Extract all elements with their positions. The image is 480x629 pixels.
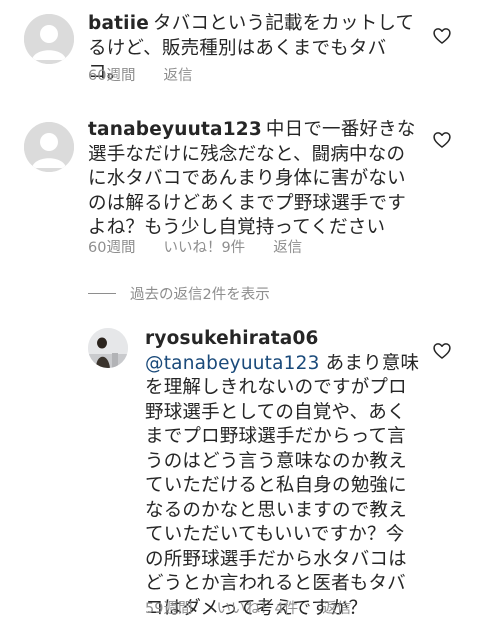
reply-button[interactable]: 返信 — [322, 601, 351, 617]
like-count[interactable]: いいね！9件 — [163, 240, 245, 256]
comment-age[interactable]: 60週間 — [88, 68, 135, 84]
like-heart-icon[interactable] — [432, 26, 452, 46]
view-replies-label: 過去の返信2件を表示 — [130, 286, 270, 303]
avatar[interactable] — [88, 328, 128, 368]
comment-username[interactable]: batiie — [88, 13, 149, 34]
default-avatar-icon — [24, 14, 74, 64]
view-replies-button[interactable]: 過去の返信2件を表示 — [88, 283, 270, 303]
comment-username[interactable]: ryosukehirata06 — [145, 328, 319, 349]
avatar[interactable] — [24, 14, 74, 64]
reply-button[interactable]: 返信 — [163, 68, 192, 84]
avatar[interactable] — [24, 122, 74, 172]
comment-text: tanabeyuuta123 中日で一番好きな選手なだけに残念だなと、闘病中なのに… — [88, 118, 420, 241]
comment-age[interactable]: 59週間 — [145, 601, 192, 617]
comment-meta: 60週間 いいね！9件 返信 — [88, 236, 302, 257]
mention-link[interactable]: @tanabeyuuta123 — [145, 353, 320, 374]
like-heart-icon[interactable] — [432, 130, 452, 150]
like-count[interactable]: いいね！4件 — [216, 601, 298, 617]
comment-meta: 59週間 いいね！4件 返信 — [145, 597, 351, 618]
comment-age[interactable]: 60週間 — [88, 240, 135, 256]
divider-line — [88, 292, 116, 294]
photo-avatar-icon — [88, 328, 128, 368]
reply-button[interactable]: 返信 — [273, 240, 302, 256]
comment-meta: 60週間 返信 — [88, 64, 192, 85]
default-avatar-icon — [24, 122, 74, 172]
comment-username[interactable]: tanabeyuuta123 — [88, 119, 262, 140]
comment-text: ryosukehirata06 @tanabeyuuta123 あまり意味を理解… — [145, 327, 420, 621]
like-heart-icon[interactable] — [432, 341, 452, 361]
comment-body: あまり意味を理解しきれないのですがプロ野球選手としての自覚や、あくまでプロ野球選… — [145, 352, 420, 619]
